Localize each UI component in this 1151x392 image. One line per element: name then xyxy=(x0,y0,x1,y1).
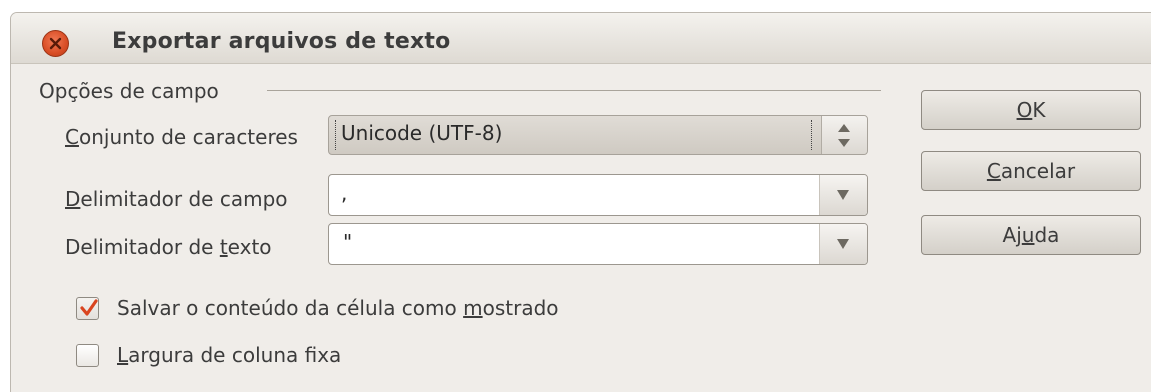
text-delimiter-value: " xyxy=(343,230,353,254)
dialog-title: Exportar arquivos de texto xyxy=(112,29,451,54)
section-divider xyxy=(267,90,881,91)
charset-label: Conjunto de caracteres xyxy=(65,125,298,149)
save-as-shown-checkbox[interactable] xyxy=(76,297,99,320)
text-delimiter-combo[interactable]: " xyxy=(328,223,868,265)
chevron-down-icon xyxy=(837,239,849,249)
arrow-down-icon xyxy=(838,139,850,147)
field-delimiter-combo[interactable]: , xyxy=(328,174,868,216)
charset-value: Unicode (UTF-8) xyxy=(341,121,503,145)
field-delimiter-value: , xyxy=(341,181,348,205)
field-delimiter-dropdown-button[interactable] xyxy=(819,175,867,215)
help-button[interactable]: Ajuda xyxy=(921,215,1141,255)
field-delimiter-label: Delimitador de campo xyxy=(65,187,288,211)
cancel-button[interactable]: Cancelar xyxy=(921,151,1141,191)
fixed-width-checkbox[interactable] xyxy=(76,344,99,367)
chevron-down-icon xyxy=(837,190,849,200)
close-icon xyxy=(49,37,62,50)
separator-right xyxy=(811,120,812,150)
save-as-shown-label[interactable]: Salvar o conteúdo da célula como mostrad… xyxy=(117,296,559,320)
text-delimiter-label: Delimitador de texto xyxy=(65,235,272,259)
fixed-width-label[interactable]: Largura de coluna fixa xyxy=(117,343,341,367)
charset-spinner[interactable] xyxy=(821,116,867,154)
section-title-field-options: Opções de campo xyxy=(39,79,219,103)
checkmark-icon xyxy=(80,299,98,316)
export-text-dialog: Exportar arquivos de texto Opções de cam… xyxy=(10,12,1151,392)
close-button[interactable] xyxy=(42,30,69,57)
ok-button[interactable]: OK xyxy=(921,90,1141,130)
text-delimiter-dropdown-button[interactable] xyxy=(819,224,867,264)
charset-select[interactable]: Unicode (UTF-8) xyxy=(328,115,868,155)
arrow-up-icon xyxy=(838,124,850,132)
separator-left xyxy=(335,120,336,150)
title-bar: Exportar arquivos de texto xyxy=(11,13,1151,64)
